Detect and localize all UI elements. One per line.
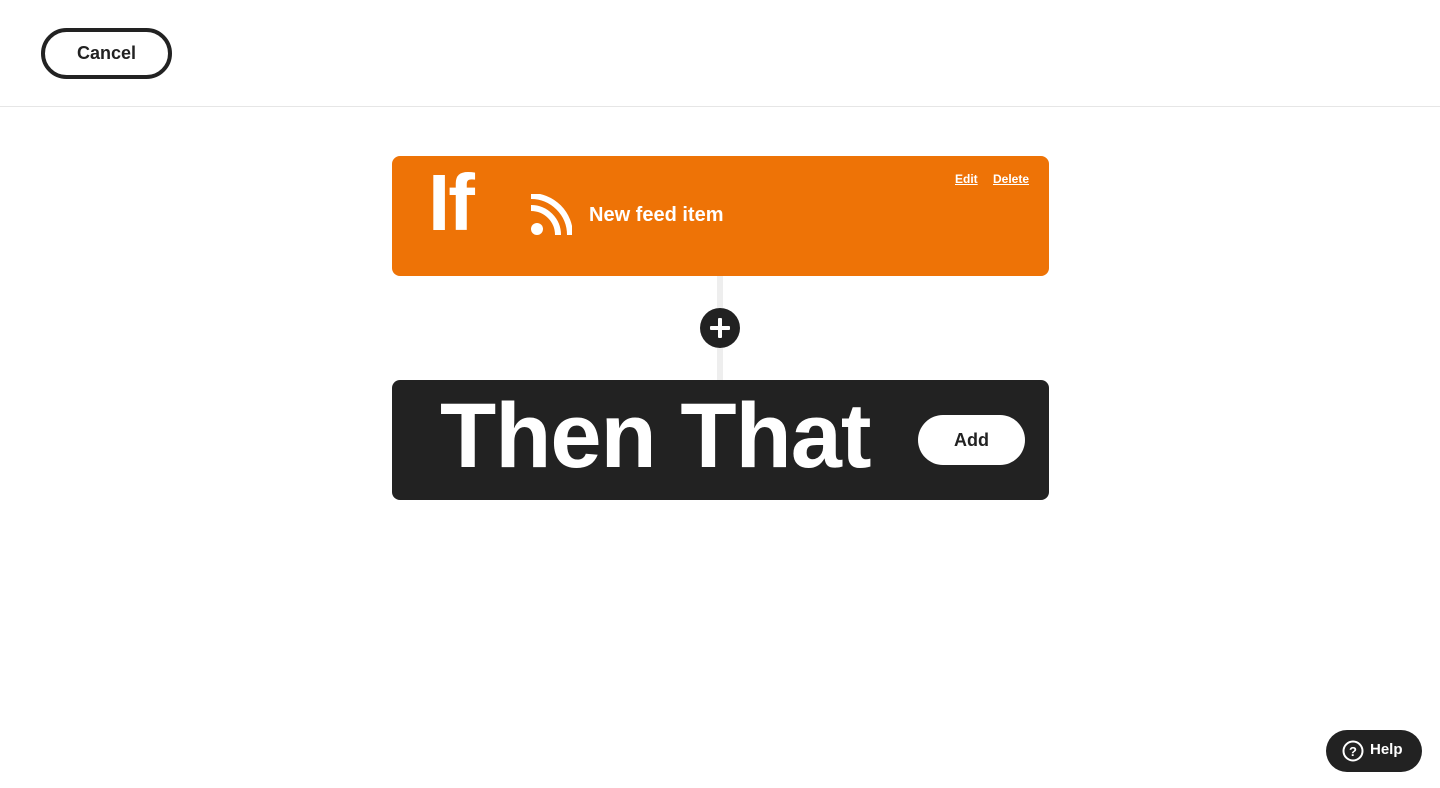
then-that-keyword: Then That: [440, 385, 872, 487]
trigger-label: New feed item: [589, 204, 724, 226]
connector-line-top: [717, 276, 723, 308]
help-label: Help: [1370, 741, 1403, 758]
add-step-button[interactable]: [700, 308, 740, 348]
plus-icon: [710, 318, 730, 338]
add-action-button[interactable]: Add: [918, 415, 1025, 465]
rss-icon: [530, 194, 572, 236]
trigger-card: If New feed item Edit Delete: [392, 156, 1049, 276]
edit-trigger-link[interactable]: Edit: [955, 172, 978, 186]
question-circle-icon: ?: [1342, 740, 1364, 762]
cancel-button[interactable]: Cancel: [41, 28, 172, 79]
help-button[interactable]: ? Help: [1326, 730, 1422, 772]
svg-text:?: ?: [1349, 744, 1357, 759]
if-keyword: If: [428, 158, 475, 247]
action-card: Then That Add: [392, 380, 1049, 500]
connector-line-bottom: [717, 348, 723, 380]
top-bar: Cancel: [0, 0, 1440, 107]
delete-trigger-link[interactable]: Delete: [993, 172, 1029, 186]
